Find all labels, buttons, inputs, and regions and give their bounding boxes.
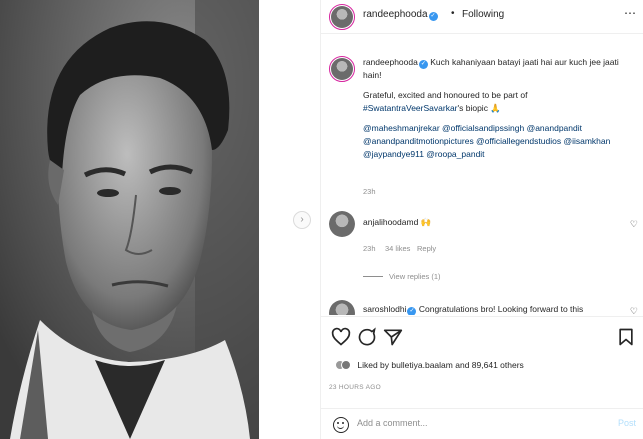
portrait-image (0, 0, 259, 439)
post-sidebar: randeephooda ✓ • Following ⋯ randeephooda… (320, 0, 643, 439)
caption: randeephooda ✓ Kuch kahaniyaan batayi jaa… (363, 56, 631, 161)
comment-username[interactable]: anjalihoodamd (363, 217, 418, 227)
reply-button[interactable]: Reply (417, 244, 436, 253)
action-bar (321, 316, 643, 356)
comments-list[interactable]: randeephooda ✓ Kuch kahaniyaan batayi jaa… (321, 35, 643, 315)
comment-2: saroshlodhi ✓ Congratulations bro! Lookin… (363, 304, 625, 315)
caption-line2: Grateful, excited and honoured to be par… (363, 90, 528, 100)
heart-icon[interactable]: ♡ (630, 306, 638, 315)
like-icon[interactable] (331, 327, 351, 347)
comment-time[interactable]: 23h (363, 244, 376, 253)
avatar (341, 360, 351, 370)
header-username[interactable]: randeephooda ✓ (363, 9, 438, 21)
more-icon[interactable]: ⋯ (624, 6, 636, 20)
comment-avatar[interactable] (329, 300, 355, 315)
comment-likes[interactable]: 34 likes (385, 244, 410, 253)
heart-icon[interactable]: ♡ (630, 219, 638, 230)
comment-text: 🙌 (420, 217, 432, 227)
liker-username[interactable]: bulletiya.baalam (391, 360, 452, 370)
caption-avatar[interactable] (329, 56, 355, 82)
share-icon[interactable] (383, 327, 403, 347)
view-replies-button[interactable]: View replies (1) (363, 272, 441, 281)
caption-suffix: 's biopic (457, 103, 488, 113)
verified-icon: ✓ (418, 60, 428, 69)
following-button[interactable]: Following (462, 9, 504, 20)
post-photo[interactable] (0, 0, 259, 439)
post-timestamp[interactable]: 23 HOURS AGO (329, 384, 381, 391)
caption-emoji: 🙏 (490, 103, 501, 113)
comment-avatar[interactable] (329, 211, 355, 237)
caption-username[interactable]: randeephooda (363, 57, 418, 67)
comment-1: anjalihoodamd 🙌 (363, 217, 431, 228)
likes-prefix: Liked by (357, 360, 390, 370)
next-arrow-button[interactable]: › (293, 211, 311, 229)
separator-dot: • (451, 8, 455, 19)
mentions-list[interactable]: @maheshmanjrekar @officialsandipssingh @… (363, 122, 631, 161)
verified-icon: ✓ (407, 307, 417, 315)
add-comment-bar: Post (321, 408, 643, 439)
likes-and: and (455, 360, 470, 370)
verified-icon: ✓ (428, 12, 438, 21)
post-button[interactable]: Post (618, 418, 636, 428)
comment-icon[interactable] (357, 327, 377, 347)
likes-summary[interactable]: Liked by bulletiya.baalam and 89,641 oth… (335, 360, 524, 370)
hashtag-link[interactable]: #SwatantraVeerSavarkar (363, 103, 458, 113)
chevron-right-icon: › (300, 214, 304, 225)
comment-input[interactable] (357, 418, 587, 428)
comment-text: Congratulations bro! Looking forward to … (418, 304, 584, 314)
emoji-icon[interactable] (333, 417, 349, 433)
likes-count[interactable]: 89,641 others (472, 360, 524, 370)
avatar[interactable] (329, 4, 355, 30)
comment-username[interactable]: saroshlodhi (363, 304, 406, 314)
bookmark-icon[interactable] (616, 327, 636, 347)
caption-time[interactable]: 23h (363, 187, 376, 196)
post-header: randeephooda ✓ • Following ⋯ (321, 0, 643, 34)
